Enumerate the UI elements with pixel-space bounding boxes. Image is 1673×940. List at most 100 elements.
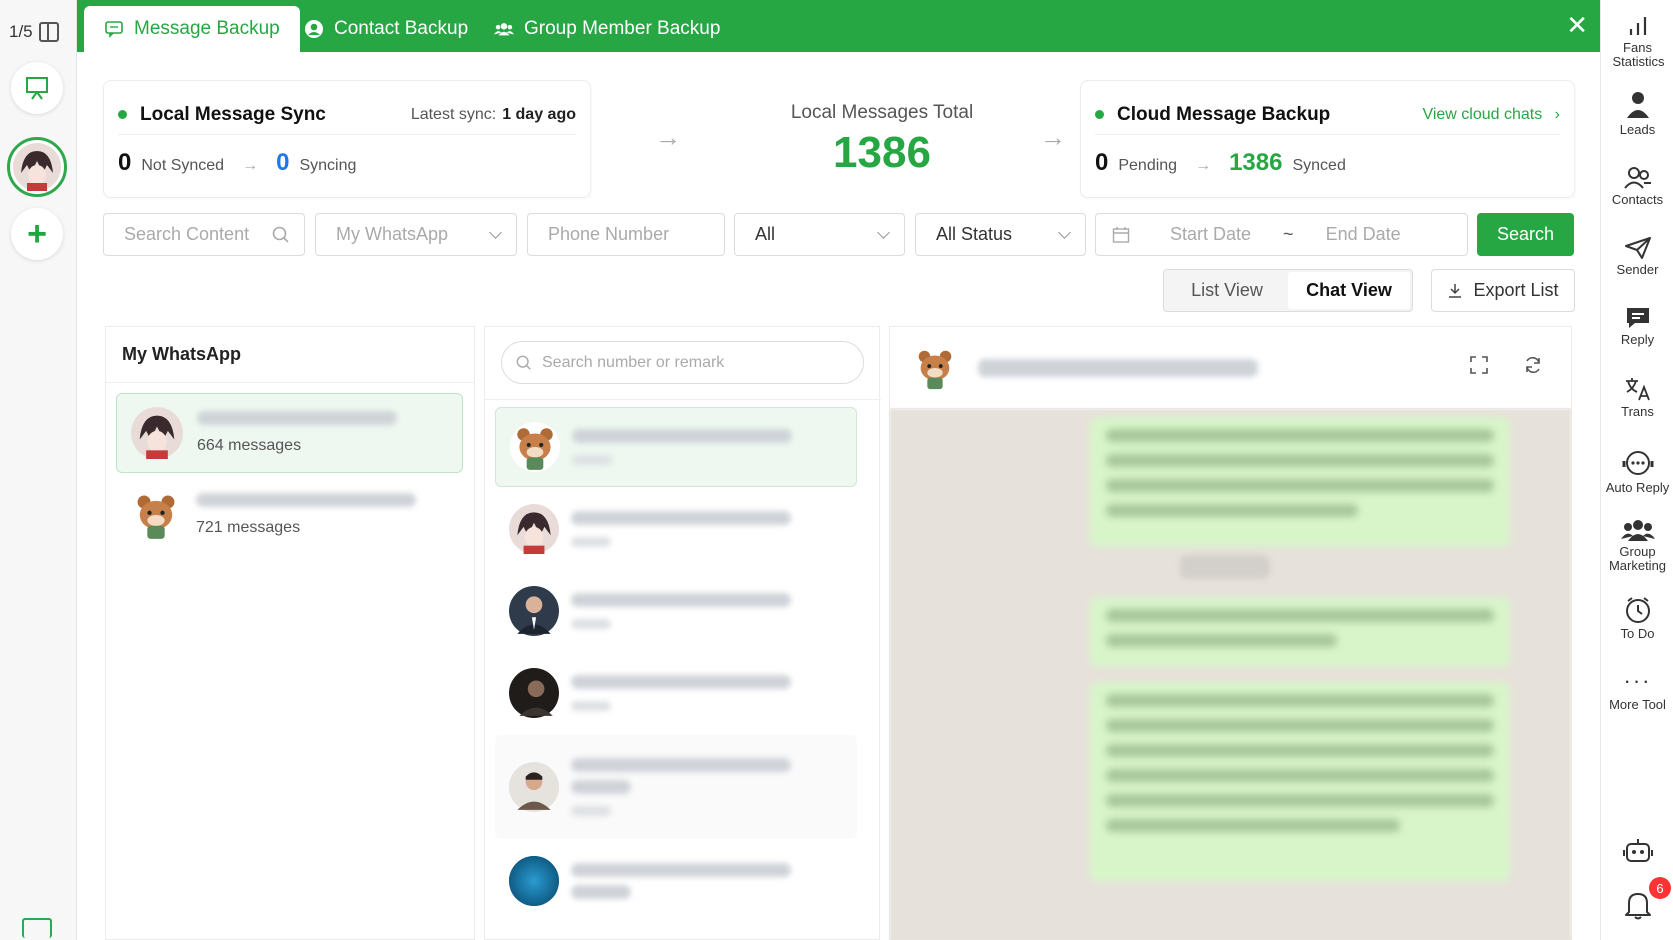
search-content-input[interactable]: Search Content bbox=[103, 213, 305, 256]
translate-button[interactable]: Trans bbox=[1601, 376, 1673, 419]
add-account-button[interactable]: + bbox=[11, 208, 63, 260]
toolbar-label: Leads bbox=[1619, 122, 1656, 137]
notification-badge: 6 bbox=[1649, 877, 1671, 899]
chart-icon[interactable] bbox=[22, 918, 52, 938]
right-toolbar: Fans Statistics Leads Contacts Sender Re… bbox=[1600, 0, 1673, 940]
tab-bar: Message Backup Contact Backup Group Memb… bbox=[77, 0, 1600, 52]
message-count: 721 messages bbox=[196, 519, 301, 536]
translate-icon bbox=[1625, 378, 1650, 401]
local-sync-card: Local Message Sync Latest sync: 1 day ago… bbox=[103, 80, 591, 198]
blurred-meta bbox=[571, 806, 611, 816]
bot-button[interactable] bbox=[1601, 838, 1673, 867]
chat-view-button[interactable]: Chat View bbox=[1288, 272, 1410, 309]
chevron-down-icon bbox=[489, 226, 502, 239]
tab-group-member-backup[interactable]: Group Member Backup bbox=[474, 6, 740, 52]
phone-placeholder: Phone Number bbox=[548, 224, 670, 244]
account-item[interactable]: 664 messages bbox=[116, 393, 463, 473]
panel-toggle-icon[interactable] bbox=[38, 22, 59, 42]
contacts-icon bbox=[1623, 167, 1651, 189]
tab-contact-backup[interactable]: Contact Backup bbox=[284, 6, 488, 52]
toolbar-label: Trans bbox=[1621, 404, 1654, 419]
synced-label: Synced bbox=[1292, 157, 1346, 174]
avatar-anime-icon bbox=[13, 143, 61, 191]
start-date-input[interactable]: Start Date bbox=[1170, 224, 1251, 245]
status-dot bbox=[1095, 110, 1104, 119]
chat-item[interactable] bbox=[495, 489, 857, 569]
current-account-avatar[interactable] bbox=[7, 137, 67, 197]
total-label: Local Messages Total bbox=[790, 102, 974, 123]
phone-number-input[interactable]: Phone Number bbox=[527, 213, 725, 256]
toolbar-label: Reply bbox=[1620, 332, 1655, 347]
to-do-button[interactable]: To Do bbox=[1601, 596, 1673, 641]
status-select[interactable]: All Status bbox=[915, 213, 1086, 256]
blurred-contact-name bbox=[571, 593, 791, 607]
chat-item[interactable] bbox=[495, 653, 857, 733]
type-select[interactable]: All bbox=[734, 213, 905, 256]
tab-message-backup[interactable]: Message Backup bbox=[84, 6, 300, 52]
syncing-label: Syncing bbox=[299, 157, 357, 174]
refresh-icon[interactable] bbox=[1523, 355, 1543, 375]
latest-sync: Latest sync: 1 day ago bbox=[411, 106, 576, 124]
chat-list-panel: Search number or remark bbox=[484, 326, 881, 940]
export-list-button[interactable]: Export List bbox=[1431, 269, 1575, 312]
blurred-message-bubble bbox=[1090, 597, 1510, 667]
message-count: 664 messages bbox=[197, 437, 302, 454]
avatar-anime-icon bbox=[131, 407, 183, 459]
date-range-picker[interactable]: Start Date ~ End Date bbox=[1095, 213, 1468, 256]
view-cloud-chats-link[interactable]: View cloud chats › bbox=[1422, 106, 1560, 124]
avatar-person-icon bbox=[509, 762, 559, 812]
fullscreen-icon[interactable] bbox=[1469, 355, 1489, 375]
message-icon bbox=[104, 19, 124, 39]
arrow-right-icon: → bbox=[242, 157, 259, 174]
cloud-backup-title: Cloud Message Backup bbox=[1117, 103, 1331, 125]
account-item[interactable]: 721 messages bbox=[116, 475, 463, 555]
arrow-right-icon: → bbox=[1195, 157, 1212, 174]
blurred-meta bbox=[572, 455, 612, 465]
avatar-globe-icon bbox=[509, 856, 559, 906]
chat-search-input[interactable]: Search number or remark bbox=[501, 341, 864, 384]
status-dot bbox=[118, 110, 127, 119]
backup-window: Message Backup Contact Backup Group Memb… bbox=[77, 0, 1600, 940]
tab-label: Message Backup bbox=[134, 18, 280, 39]
blurred-contact-name bbox=[572, 429, 792, 443]
plus-icon: + bbox=[27, 215, 47, 253]
toolbar-label: Sender bbox=[1616, 262, 1659, 277]
chat-item[interactable] bbox=[495, 407, 857, 487]
chat-item[interactable] bbox=[495, 735, 857, 839]
avatar-anime-icon bbox=[509, 504, 559, 554]
search-icon bbox=[516, 355, 531, 370]
blurred-contact-name bbox=[571, 780, 631, 794]
toolbar-label: Fans Statistics bbox=[1612, 40, 1665, 69]
blurred-account-name bbox=[196, 493, 416, 507]
sender-button[interactable]: Sender bbox=[1601, 236, 1673, 277]
group-marketing-button[interactable]: Group Marketing bbox=[1601, 518, 1673, 573]
leads-button[interactable]: Leads bbox=[1601, 90, 1673, 137]
latest-sync-label: Latest sync: bbox=[410, 105, 497, 123]
avatar-person-icon bbox=[509, 586, 559, 636]
robot-icon bbox=[1622, 839, 1653, 862]
auto-reply-button[interactable]: Auto Reply bbox=[1601, 450, 1673, 495]
avatar-person-icon bbox=[509, 668, 559, 718]
blurred-meta bbox=[571, 701, 611, 711]
view-switch: List View Chat View bbox=[1163, 269, 1413, 312]
contacts-button[interactable]: Contacts bbox=[1601, 166, 1673, 207]
bar-chart-icon bbox=[1629, 17, 1646, 35]
toolbar-label: Contacts bbox=[1611, 192, 1664, 207]
list-view-button[interactable]: List View bbox=[1166, 272, 1288, 309]
chevron-down-icon bbox=[1058, 226, 1071, 239]
presentation-button[interactable] bbox=[11, 62, 63, 114]
end-date-input[interactable]: End Date bbox=[1326, 224, 1401, 245]
avatar-bear-icon bbox=[130, 489, 182, 541]
close-icon[interactable]: ✕ bbox=[1566, 12, 1588, 38]
chat-item[interactable] bbox=[495, 571, 857, 651]
date-separator: ~ bbox=[1283, 224, 1294, 244]
search-button[interactable]: Search bbox=[1477, 213, 1574, 256]
more-tool-button[interactable]: ··· More Tool bbox=[1601, 670, 1673, 712]
blurred-meta bbox=[571, 537, 611, 547]
chat-item[interactable] bbox=[495, 841, 857, 921]
not-synced-label: Not Synced bbox=[141, 157, 225, 174]
reply-button[interactable]: Reply bbox=[1601, 306, 1673, 347]
account-select[interactable]: My WhatsApp bbox=[315, 213, 517, 256]
fans-statistics-button[interactable]: Fans Statistics bbox=[1601, 14, 1673, 69]
leads-icon bbox=[1626, 92, 1649, 118]
